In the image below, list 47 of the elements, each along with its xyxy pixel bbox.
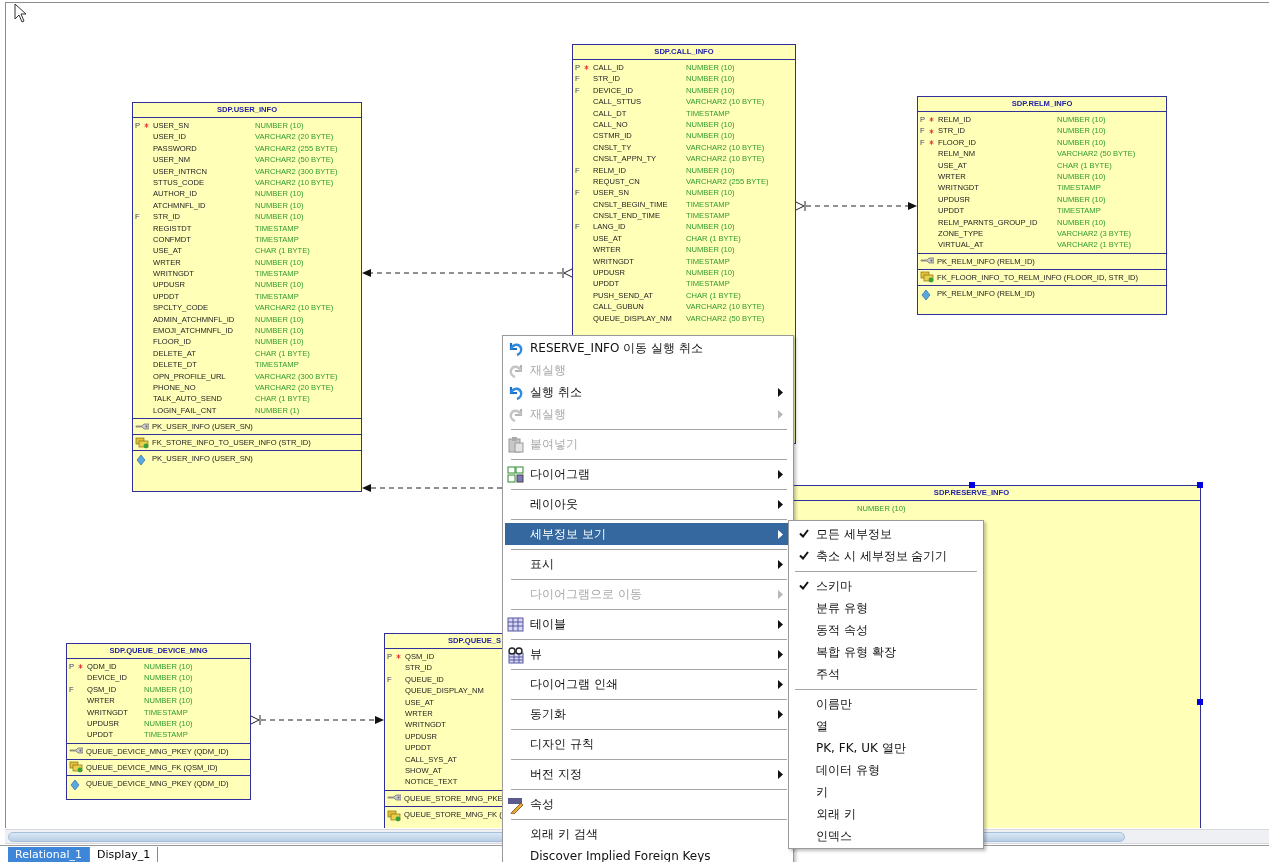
undo-icon: [507, 340, 525, 358]
folder-key-icon: [920, 271, 934, 284]
menu-item[interactable]: 외래 키 검색: [505, 823, 791, 845]
clipboard-icon: [507, 436, 525, 454]
menu-item[interactable]: 복합 유형 확장: [791, 641, 981, 663]
menu-item[interactable]: 동기화: [505, 703, 791, 725]
menu-item[interactable]: 스키마: [791, 575, 981, 597]
menu-item[interactable]: 모든 세부정보: [791, 523, 981, 545]
menu-item[interactable]: 키: [791, 781, 981, 803]
glasses-table-icon: [507, 646, 525, 664]
folder-key-icon: [387, 809, 401, 822]
menu-item[interactable]: Discover Implied Foreign Keys: [505, 845, 791, 862]
menu-item[interactable]: 속성: [505, 793, 791, 815]
undo-icon: [507, 384, 525, 402]
menu-item[interactable]: 축소 시 세부정보 숨기기: [791, 545, 981, 567]
resize-handle[interactable]: [1197, 482, 1203, 488]
menu-item[interactable]: 분류 유형: [791, 597, 981, 619]
menu-item[interactable]: 다이어그램 인쇄: [505, 673, 791, 695]
menu-item[interactable]: 열: [791, 715, 981, 737]
menu-item[interactable]: 인덱스: [791, 825, 981, 847]
menu-item[interactable]: 외래 키: [791, 803, 981, 825]
menu-item[interactable]: 동적 속성: [791, 619, 981, 641]
table-icon: [507, 616, 525, 634]
menu-item[interactable]: PK, FK, UK 열만: [791, 737, 981, 759]
menu-item[interactable]: 레이아웃: [505, 493, 791, 515]
menu-item[interactable]: 다이어그램: [505, 463, 791, 485]
redo-icon: [507, 362, 525, 380]
menu-item[interactable]: RESERVE_INFO 이동 실행 취소: [505, 337, 791, 359]
menu-item[interactable]: 테이블: [505, 613, 791, 635]
menu-item[interactable]: 이름만: [791, 693, 981, 715]
menu-item[interactable]: 표시: [505, 553, 791, 575]
diagram-icon: [507, 466, 525, 484]
menu-item[interactable]: 뷰: [505, 643, 791, 665]
menu-item[interactable]: 실행 취소: [505, 381, 791, 403]
resize-handle[interactable]: [1197, 699, 1203, 705]
redo-icon: [507, 406, 525, 424]
menu-item[interactable]: 버전 지정: [505, 763, 791, 785]
resize-handle[interactable]: [968, 482, 975, 488]
key-icon: [135, 420, 149, 433]
menu-item[interactable]: 데이터 유형: [791, 759, 981, 781]
menu-item[interactable]: 주석: [791, 663, 981, 685]
diagram-tab[interactable]: Relational_1: [8, 847, 91, 862]
pencil-icon: [507, 796, 525, 814]
folder-key-icon: [135, 436, 149, 449]
menu-item[interactable]: 세부정보 보기: [505, 523, 791, 545]
menu-item[interactable]: 디자인 규칙: [505, 733, 791, 755]
folder-key-icon: [69, 761, 83, 774]
